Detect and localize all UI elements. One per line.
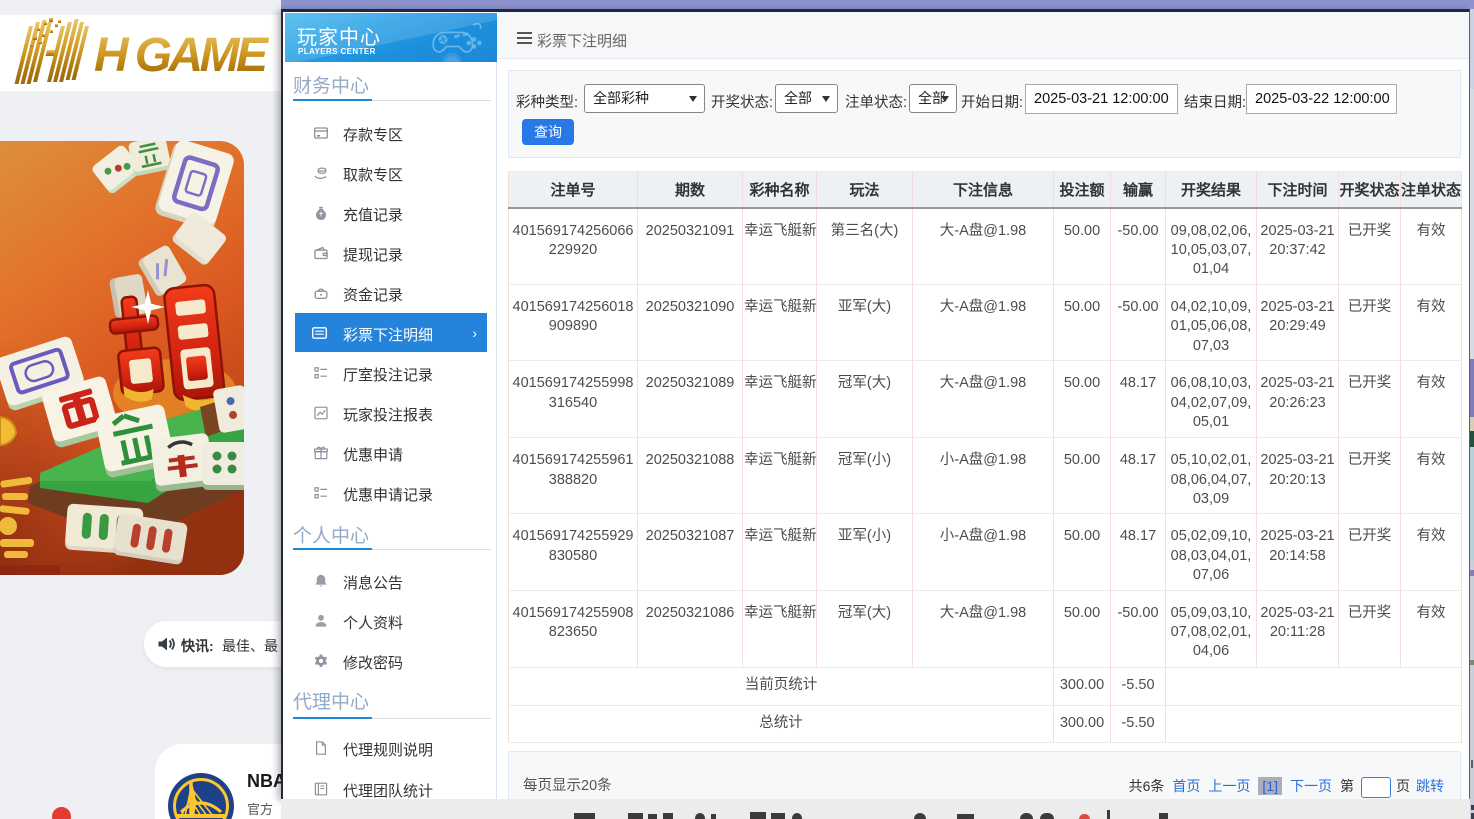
svg-text:H GAME: H GAME	[94, 29, 270, 82]
